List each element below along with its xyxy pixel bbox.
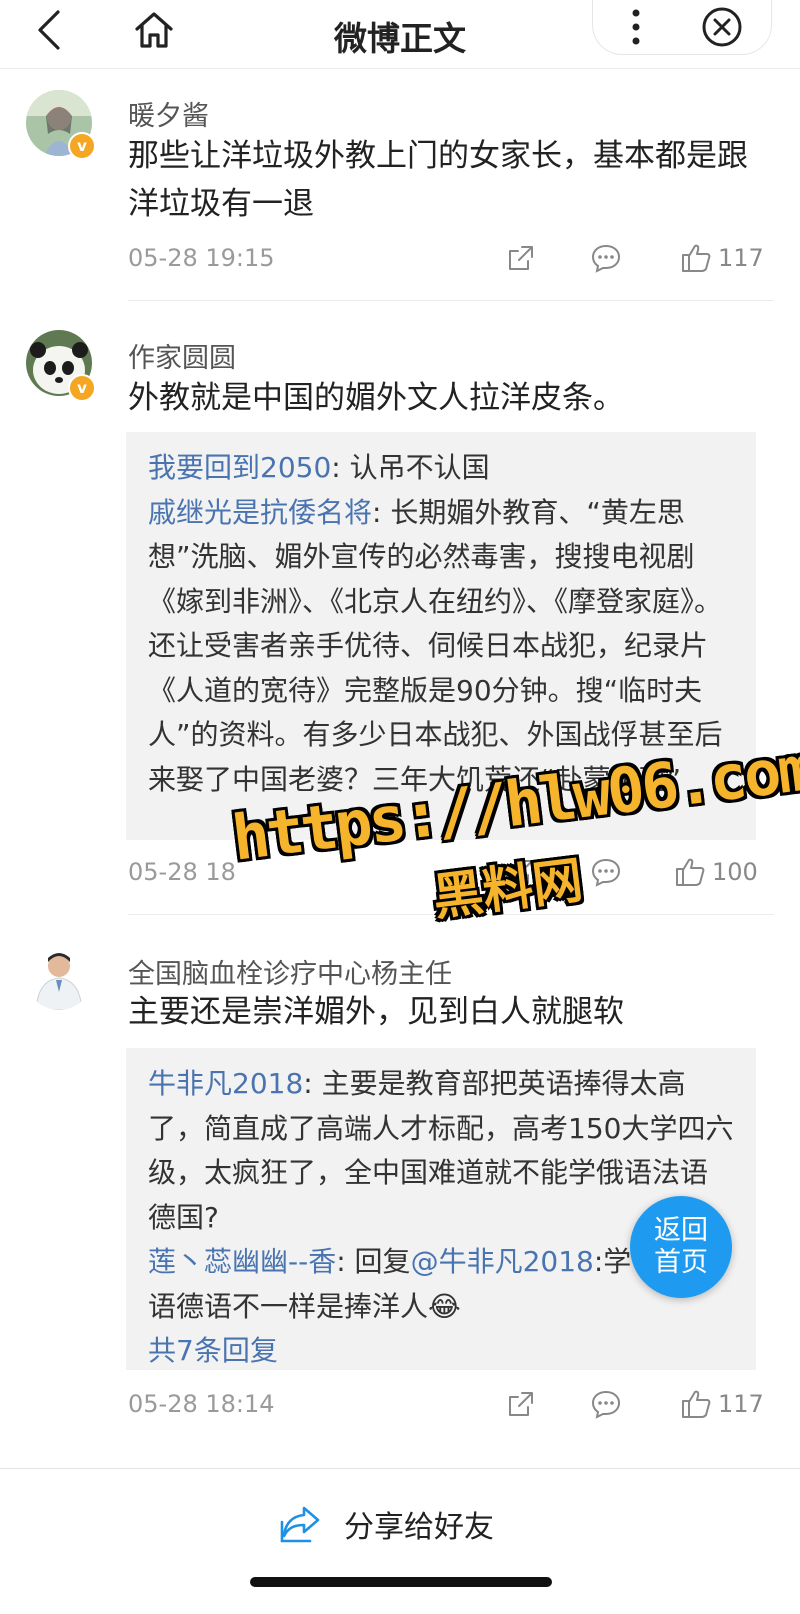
reply-text: :学 <box>593 1245 632 1278</box>
reply-text: 语德语不一样是捧洋人 <box>148 1289 429 1323</box>
comment-icon <box>591 1390 621 1419</box>
avatar[interactable] <box>26 944 92 1010</box>
reply-username[interactable]: 我要回到2050 <box>148 451 331 484</box>
reply-mention[interactable]: @牛非凡2018 <box>411 1245 594 1278</box>
share-icon <box>280 1506 320 1543</box>
thumbs-up-icon <box>682 244 711 272</box>
comment-text: 主要还是崇洋媚外，见到白人就腿软 <box>128 994 624 1030</box>
comment-time: 05-28 18 <box>128 858 236 886</box>
comment-meta: 05-28 19:15 117 <box>128 238 764 278</box>
share-button[interactable] <box>506 1384 536 1424</box>
fab-label-line1: 返回 <box>654 1215 708 1246</box>
comment-text: 那些让洋垃圾外教上门的女家长，基本都是跟洋垃圾有一退 <box>128 138 748 222</box>
share-icon <box>509 246 533 270</box>
share-icon <box>509 1392 533 1416</box>
comment-username[interactable]: 作家圆圆 <box>128 336 236 375</box>
home-indicator <box>250 1577 552 1587</box>
comment-icon <box>591 244 621 273</box>
back-to-home-button[interactable]: 返回 首页 <box>630 1196 732 1298</box>
comment-time: 05-28 18:14 <box>128 1390 275 1418</box>
watermark-label: 黑料网 <box>429 850 586 927</box>
reply-item: 我要回到2050: 认吊不认国 <box>148 446 734 491</box>
comment-button[interactable] <box>590 1384 622 1424</box>
like-button[interactable]: 117 <box>680 1384 764 1424</box>
thumbs-up-icon <box>682 1390 711 1418</box>
reply-username[interactable]: 戚继光是抗倭名将 <box>148 496 372 529</box>
reply-item-continued: 语德语不一样是捧洋人😂 <box>148 1285 734 1330</box>
close-icon <box>702 7 742 47</box>
close-button[interactable] <box>700 5 744 49</box>
bottom-bar: 分享给好友 <box>0 1468 800 1614</box>
top-navigation-bar: 微博正文 <box>0 0 800 69</box>
verified-badge-icon: v <box>68 132 96 160</box>
reply-text: : 认吊不认国 <box>331 451 490 484</box>
more-button[interactable] <box>614 4 658 50</box>
share-to-friends-label: 分享给好友 <box>344 1510 494 1545</box>
like-button[interactable]: 117 <box>680 238 764 278</box>
divider <box>128 300 774 301</box>
share-button[interactable] <box>506 238 536 278</box>
reply-username[interactable]: 莲丶蕊幽幽--香 <box>148 1245 336 1278</box>
reply-text: : 回复 <box>336 1245 411 1278</box>
comment-username[interactable]: 全国脑血栓诊疗中心杨主任 <box>128 952 452 991</box>
comment-button[interactable] <box>590 238 622 278</box>
share-to-friends-button[interactable]: 分享给好友 <box>280 1499 494 1549</box>
like-count: 117 <box>718 244 764 272</box>
fab-label-line2: 首页 <box>654 1247 708 1278</box>
comment-meta: 05-28 18:14 117 <box>128 1384 764 1424</box>
comment-time: 05-28 19:15 <box>128 244 275 272</box>
more-replies-link[interactable]: 共7条回复 <box>148 1329 734 1374</box>
comment-username[interactable]: 暖夕酱 <box>128 94 209 133</box>
like-count: 117 <box>718 1390 764 1418</box>
reply-text: : 长期媚外教育、“黄左思想”洗脑、媚外宣传的必然毒害，搜搜电视剧《嫁到非洲》、… <box>148 495 723 796</box>
verified-badge-icon: v <box>68 374 96 402</box>
reply-username[interactable]: 牛非凡2018 <box>148 1067 303 1100</box>
comment-text: 外教就是中国的媚外文人拉洋皮条。 <box>128 380 624 416</box>
laughing-emoji-icon: 😂 <box>428 1289 461 1323</box>
more-icon <box>632 9 640 45</box>
